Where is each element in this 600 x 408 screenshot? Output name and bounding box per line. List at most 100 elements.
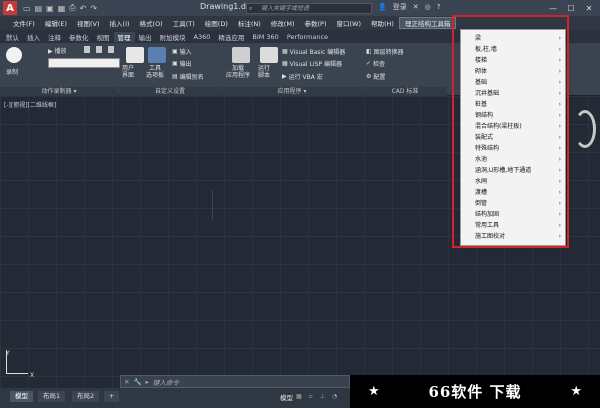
- app-logo-icon[interactable]: A: [3, 1, 17, 15]
- menu-modify[interactable]: 修改(M): [266, 18, 300, 28]
- tab-layout1[interactable]: 布局1: [38, 391, 66, 402]
- lisp-editor-button[interactable]: ▦ Visual LISP 编辑器: [282, 59, 342, 68]
- crosshair-cursor: [212, 190, 213, 220]
- window-controls: — ☐ ✕: [544, 0, 598, 16]
- watermark-banner: ★ 66软件 下载 ★: [350, 375, 600, 408]
- menu-insert[interactable]: 插入(I): [105, 18, 135, 28]
- record-pause-icon[interactable]: [108, 46, 114, 53]
- menu-parametric[interactable]: 参数(P): [299, 18, 331, 28]
- vba-editor-button[interactable]: ▦ Visual Basic 编辑器: [282, 47, 345, 56]
- vba-icon: ▦: [282, 48, 288, 55]
- edit-alias-button[interactable]: ▤ 编辑别名: [172, 72, 204, 81]
- record-options-icon[interactable]: [84, 46, 90, 53]
- layer-translator-icon: ◧: [366, 48, 372, 55]
- star-icon: ★: [368, 384, 380, 399]
- viewcube-icon[interactable]: [574, 110, 596, 148]
- record-icon[interactable]: [6, 47, 22, 63]
- tool-palette-icon[interactable]: [148, 47, 166, 63]
- tab-manage[interactable]: 管理: [113, 31, 135, 42]
- run-vba-icon: ▶: [282, 73, 287, 80]
- save-as-icon[interactable]: ▦: [58, 4, 66, 13]
- record-button[interactable]: 录制: [6, 67, 18, 76]
- panel-customization: 自定义设置: [119, 87, 221, 96]
- import-button[interactable]: ▣ 输入: [172, 47, 192, 56]
- tab-bim360[interactable]: BIM 360: [248, 33, 282, 41]
- export-button[interactable]: ▣ 输出: [172, 59, 192, 68]
- run-vba-label: 运行 VBA 宏: [288, 74, 323, 81]
- highlight-frame: [452, 15, 569, 248]
- tab-model[interactable]: 模型: [10, 391, 33, 402]
- layer-translator-button[interactable]: ◧ 图层转换器: [366, 47, 404, 56]
- action-macro-combo[interactable]: [48, 58, 120, 68]
- menu-file[interactable]: 文件(F): [8, 18, 40, 28]
- wrench-icon[interactable]: 🔧: [133, 378, 141, 386]
- snap-icon[interactable]: ▫: [309, 393, 313, 400]
- load-app-button[interactable]: 加载 应用程序: [226, 65, 250, 79]
- menu-draw[interactable]: 绘图(D): [200, 18, 233, 28]
- layer-translator-label: 图层转换器: [373, 49, 404, 56]
- add-layout-button[interactable]: +: [104, 391, 120, 402]
- tab-addins[interactable]: 附加模块: [156, 32, 190, 42]
- connect-icon[interactable]: ◎: [425, 3, 431, 11]
- ortho-icon[interactable]: ⊥: [320, 393, 325, 400]
- quick-access-toolbar: ▭ ▤ ▣ ▦ ⎙ ↶ ↷: [23, 3, 97, 13]
- record-manage-icon[interactable]: [96, 46, 102, 53]
- watermark-text: 66软件 下载: [428, 383, 522, 401]
- run-script-icon[interactable]: [260, 47, 278, 63]
- load-app-icon[interactable]: [232, 47, 250, 63]
- print-icon[interactable]: ⎙: [69, 3, 75, 13]
- search-placeholder: 键入关键字或短语: [261, 5, 310, 12]
- maximize-button[interactable]: ☐: [562, 0, 580, 16]
- tab-layout2[interactable]: 布局2: [72, 391, 100, 402]
- minimize-button[interactable]: —: [544, 0, 562, 16]
- configure-button[interactable]: ⚙ 配置: [366, 72, 385, 81]
- close-cmd-icon[interactable]: ✕: [124, 378, 129, 386]
- menu-lizheng-toolbox[interactable]: 理正结构工具箱: [398, 17, 457, 29]
- help-icon[interactable]: ?: [437, 3, 441, 11]
- tab-featured-apps[interactable]: 精选应用: [214, 32, 248, 42]
- exchange-icon[interactable]: ✕: [413, 3, 419, 11]
- cui-button[interactable]: 用户 界面: [122, 65, 134, 79]
- run-script-button[interactable]: 运行 脚本: [258, 65, 270, 79]
- grid-icon[interactable]: ▦: [296, 393, 302, 400]
- search-input[interactable]: ⌕ 键入关键字或短语: [246, 3, 372, 14]
- tab-insert[interactable]: 插入: [23, 32, 44, 42]
- save-icon[interactable]: ▣: [46, 4, 54, 13]
- polar-icon[interactable]: ◔: [332, 393, 337, 400]
- title-bar: A ▭ ▤ ▣ ▦ ⎙ ↶ ↷ Drawing1.dwg ⌕ 键入关键字或短语 …: [0, 0, 600, 16]
- configure-icon: ⚙: [366, 73, 372, 80]
- panel-applications[interactable]: 应用程序 ▾: [222, 87, 362, 96]
- viewport-label[interactable]: [-][俯视][二维线框]: [4, 100, 56, 109]
- menu-window[interactable]: 窗口(W): [331, 18, 366, 28]
- check-button[interactable]: ✔ 检查: [366, 59, 385, 68]
- run-vba-button[interactable]: ▶ 运行 VBA 宏: [282, 72, 323, 81]
- user-icon[interactable]: 👤: [378, 3, 387, 11]
- signin-link[interactable]: 登录: [393, 2, 407, 12]
- undo-icon[interactable]: ↶: [80, 4, 87, 13]
- tab-output[interactable]: 输出: [135, 32, 156, 42]
- close-button[interactable]: ✕: [580, 0, 598, 16]
- cmd-prompt-icon: ▸: [145, 377, 149, 386]
- tab-view[interactable]: 视图: [93, 32, 114, 42]
- menu-tools[interactable]: 工具(T): [168, 18, 200, 28]
- tool-palette-button[interactable]: 工具 选项板: [146, 65, 164, 79]
- menu-view[interactable]: 视图(V): [72, 18, 105, 28]
- tab-default[interactable]: 默认: [2, 32, 23, 42]
- menu-dimension[interactable]: 标注(N): [233, 18, 266, 28]
- model-space-status[interactable]: 模型: [280, 392, 293, 402]
- panel-action-recorder[interactable]: 动作录制器 ▾: [0, 87, 118, 96]
- new-file-icon[interactable]: ▭: [23, 4, 31, 13]
- command-line[interactable]: ✕ 🔧 ▸ 键入命令: [120, 375, 350, 388]
- check-icon: ✔: [366, 60, 372, 67]
- tab-annotate[interactable]: 注释: [44, 32, 65, 42]
- play-button[interactable]: ▶ 播放: [48, 46, 67, 55]
- redo-icon[interactable]: ↷: [90, 4, 97, 13]
- cui-icon[interactable]: [126, 47, 144, 63]
- tab-parametric[interactable]: 参数化: [65, 32, 93, 42]
- menu-format[interactable]: 格式(O): [135, 18, 168, 28]
- tab-performance[interactable]: Performance: [283, 33, 332, 41]
- menu-edit[interactable]: 编辑(E): [40, 18, 72, 28]
- menu-help[interactable]: 帮助(H): [366, 18, 399, 28]
- open-file-icon[interactable]: ▤: [35, 4, 43, 13]
- tab-a360[interactable]: A360: [190, 33, 215, 41]
